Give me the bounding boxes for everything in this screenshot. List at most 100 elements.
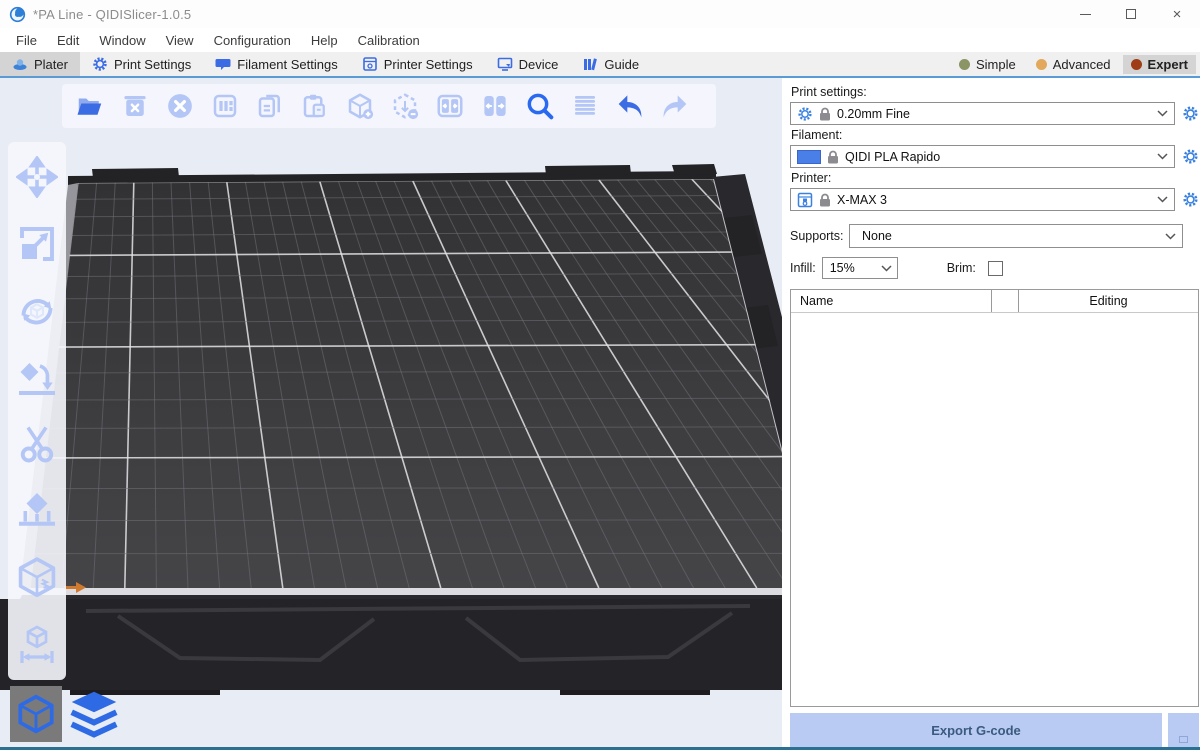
search-icon: [524, 90, 556, 122]
printer-gear-button[interactable]: [1181, 191, 1199, 209]
export-gcode-button[interactable]: Export G-code: [790, 713, 1162, 747]
infill-value: 15%: [830, 261, 881, 275]
split-to-parts-button[interactable]: [476, 87, 514, 125]
gear-icon: [1182, 105, 1199, 122]
filament-icon: [215, 56, 231, 72]
tab-plater[interactable]: Plater: [0, 52, 80, 76]
scale-button[interactable]: [14, 221, 60, 267]
paste-button[interactable]: [296, 87, 334, 125]
tab-filament-settings[interactable]: Filament Settings: [203, 52, 349, 76]
tab-guide[interactable]: Guide: [570, 52, 651, 76]
delete-button[interactable]: [116, 87, 154, 125]
maximize-button[interactable]: [1108, 0, 1154, 28]
mode-advanced[interactable]: Advanced: [1028, 55, 1119, 74]
tab-print-settings[interactable]: Print Settings: [80, 52, 203, 76]
viewport-3d[interactable]: [0, 78, 782, 750]
menu-configuration[interactable]: Configuration: [204, 30, 301, 51]
rotate-button[interactable]: [14, 288, 60, 334]
brim-checkbox[interactable]: [988, 261, 1003, 276]
preset-gear-icon: [797, 106, 813, 122]
variable-layer-height-icon: [570, 91, 600, 121]
print-settings-label: Print settings:: [791, 85, 1199, 99]
filament-gear-button[interactable]: [1181, 148, 1199, 166]
menu-file[interactable]: File: [6, 30, 47, 51]
bed-front-edge: [22, 588, 782, 595]
preview-view-button[interactable]: [68, 686, 120, 742]
tab-printer-settings[interactable]: Printer Settings: [350, 52, 485, 76]
lock-icon: [819, 193, 831, 207]
measure-icon: [16, 624, 58, 666]
split-to-objects-button[interactable]: [431, 87, 469, 125]
object-list-body[interactable]: [791, 313, 1198, 706]
advanced-dot-icon: [1036, 59, 1047, 70]
supports-combo[interactable]: None: [849, 224, 1183, 248]
open-folder-button[interactable]: [71, 87, 109, 125]
copy-icon: [255, 91, 285, 121]
minimize-icon: [1080, 14, 1091, 15]
open-folder-icon: [75, 91, 105, 121]
delete-all-button[interactable]: [161, 87, 199, 125]
mode-selector: Simple Advanced Expert: [951, 52, 1200, 76]
editor-view-cube-icon: [14, 692, 58, 736]
left-toolbar: [8, 142, 66, 680]
mode-expert[interactable]: Expert: [1123, 55, 1196, 74]
seam-icon: [14, 555, 60, 601]
menubar: File Edit Window View Configuration Help…: [0, 28, 1200, 52]
menu-view[interactable]: View: [156, 30, 204, 51]
variable-layer-height-button[interactable]: [566, 87, 604, 125]
cut-button[interactable]: [14, 421, 60, 467]
column-editing: Editing: [1019, 290, 1198, 312]
filament-label: Filament:: [791, 128, 1199, 142]
infill-label: Infill:: [790, 261, 816, 275]
infill-combo[interactable]: 15%: [822, 257, 898, 279]
printer-value: X-MAX 3: [837, 193, 1151, 207]
remove-instance-button[interactable]: [386, 87, 424, 125]
rotate-icon: [16, 290, 58, 332]
menu-edit[interactable]: Edit: [47, 30, 89, 51]
search-button[interactable]: [521, 87, 559, 125]
print-bed-surface[interactable]: [30, 179, 782, 588]
place-on-face-button[interactable]: [14, 355, 60, 401]
supports-label: Supports:: [790, 229, 849, 243]
menu-window[interactable]: Window: [89, 30, 155, 51]
menu-calibration[interactable]: Calibration: [348, 30, 430, 51]
move-button[interactable]: [14, 154, 60, 200]
tabbar: Plater Print Settings Filament Settings …: [0, 52, 1200, 78]
arrange-icon: [210, 91, 240, 121]
printer-combo[interactable]: X-MAX 3: [790, 188, 1175, 211]
column-name: Name: [791, 290, 992, 312]
paint-supports-button[interactable]: [14, 488, 60, 534]
gear-icon: [1182, 191, 1199, 208]
plater-icon: [12, 56, 28, 72]
close-button[interactable]: ×: [1154, 0, 1200, 28]
split-to-parts-icon: [480, 91, 510, 121]
tab-device[interactable]: Device: [485, 52, 571, 76]
filament-combo[interactable]: QIDI PLA Rapido: [790, 145, 1175, 168]
print-settings-combo[interactable]: 0.20mm Fine: [790, 102, 1175, 125]
undo-icon: [614, 90, 646, 122]
print-settings-gear-icon: [92, 56, 108, 72]
redo-button[interactable]: [656, 87, 694, 125]
arrange-button[interactable]: [206, 87, 244, 125]
view-toggles: [10, 686, 120, 742]
window-title: *PA Line - QIDISlicer-1.0.5: [33, 7, 191, 22]
mode-simple[interactable]: Simple: [951, 55, 1024, 74]
menu-help[interactable]: Help: [301, 30, 348, 51]
print-settings-value: 0.20mm Fine: [837, 107, 1151, 121]
chevron-down-icon: [1157, 110, 1168, 117]
export-options-button[interactable]: [1168, 713, 1199, 747]
printer-settings-icon: [362, 56, 378, 72]
lock-icon: [819, 107, 831, 121]
undo-button[interactable]: [611, 87, 649, 125]
paste-icon: [300, 91, 330, 121]
measure-button[interactable]: [14, 622, 60, 668]
add-instance-button[interactable]: [341, 87, 379, 125]
titlebar: *PA Line - QIDISlicer-1.0.5 ×: [0, 0, 1200, 28]
editor-view-button[interactable]: [10, 686, 62, 742]
copy-button[interactable]: [251, 87, 289, 125]
seam-button[interactable]: [14, 555, 60, 601]
column-extruder: [992, 290, 1019, 312]
print-settings-gear-button[interactable]: [1181, 105, 1199, 123]
minimize-button[interactable]: [1062, 0, 1108, 28]
chevron-down-icon: [881, 265, 892, 272]
